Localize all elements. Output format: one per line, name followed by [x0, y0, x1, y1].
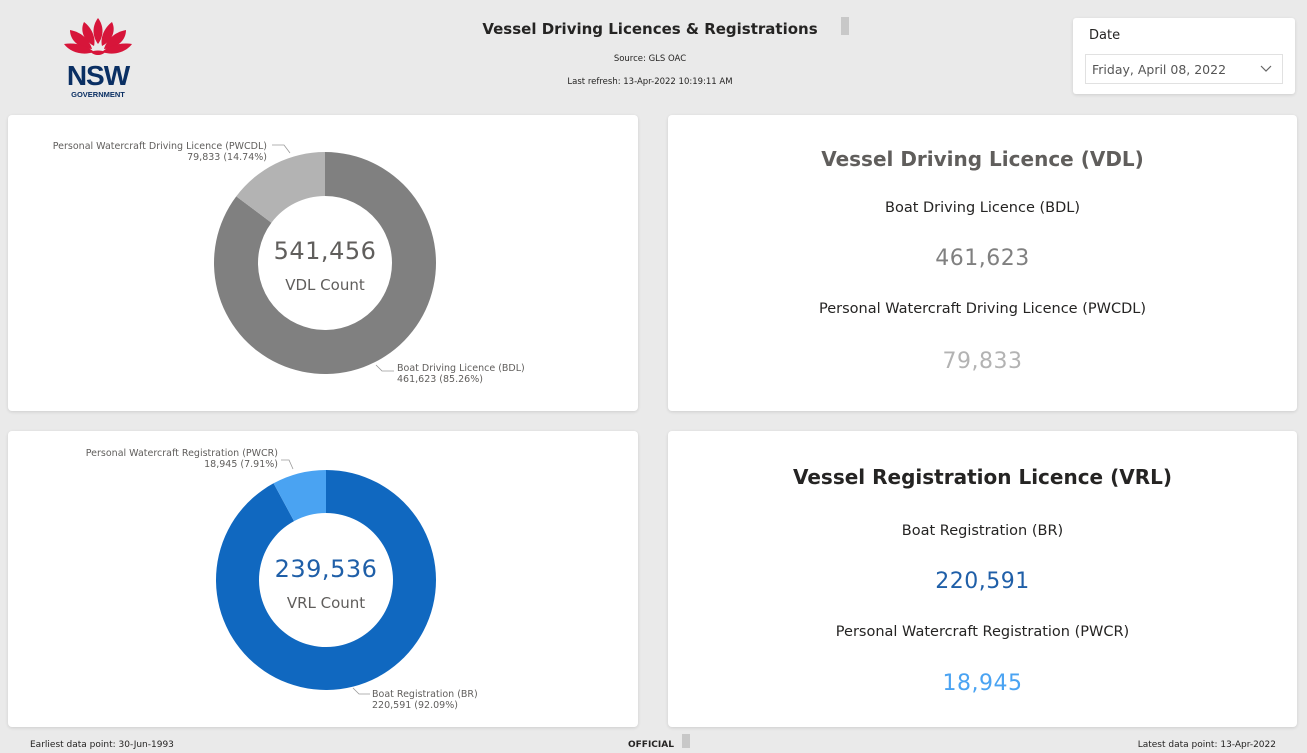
classification-label: OFFICIAL: [628, 740, 674, 750]
source-text: Source: GLS OAC: [613, 54, 687, 64]
vrl-pwcr-data-label: Personal Watercraft Registration (PWCR) …: [86, 448, 278, 470]
bdl-value: 461,623: [935, 246, 1030, 271]
nsw-government-logo: NSW GOVERNMENT: [58, 14, 138, 102]
vrl-pwcr-label-name: Personal Watercraft Registration (PWCR): [85, 448, 278, 459]
pwcr-label: Personal Watercraft Registration (PWCR): [835, 624, 1130, 640]
vrl-pwcr-label-value: 18,945 (7.91%): [204, 459, 278, 470]
earliest-data-point: Earliest data point: 30-Jun-1993: [30, 740, 174, 750]
leader-line-2: [375, 364, 394, 372]
vrl-donut-card: 239,536 VRL Count Personal Watercraft Re…: [8, 431, 638, 727]
nsw-waratah-logo: [64, 18, 132, 55]
vrl-br-data-label: Boat Registration (BR) 220,591 (92.09%): [372, 689, 478, 711]
chevron-down-icon: [1260, 65, 1272, 72]
br-label: Boat Registration (BR): [901, 523, 1064, 539]
footer-grip-handle[interactable]: [682, 734, 690, 748]
date-slicer: Date Friday, April 08, 2022: [1073, 18, 1295, 94]
vdl-kpi-card: Vessel Driving Licence (VDL) Boat Drivin…: [668, 115, 1297, 411]
latest-data-point: Latest data point: 13-Apr-2022: [1137, 740, 1276, 750]
vrl-total-value: 239,536: [274, 555, 378, 583]
pwcr-value: 18,945: [942, 671, 1023, 696]
date-dropdown-value: Friday, April 08, 2022: [1092, 61, 1227, 77]
logo-government-text: GOVERNMENT: [71, 90, 125, 99]
vdl-total-label: VDL Count: [285, 276, 365, 294]
leader-line-1: [281, 459, 294, 470]
vrl-br-label-name: Boat Registration (BR): [372, 689, 478, 700]
vrl-total-label: VRL Count: [286, 594, 366, 612]
leader-line-1: [272, 144, 291, 154]
vdl-bdl-data-label: Boat Driving Licence (BDL) 461,623 (85.2…: [397, 363, 525, 385]
vdl-bdl-label-value: 461,623 (85.26%): [397, 374, 483, 385]
page-title: Vessel Driving Licences & Registrations: [482, 20, 818, 38]
last-refresh-text: Last refresh: 13-Apr-2022 10:19:11 AM: [567, 77, 733, 87]
vdl-pwcdl-data-label: Personal Watercraft Driving Licence (PWC…: [53, 141, 267, 163]
vrl-br-label-value: 220,591 (92.09%): [372, 700, 458, 711]
vrl-kpi-card: Vessel Registration Licence (VRL) Boat R…: [668, 431, 1297, 727]
vrl-heading: Vessel Registration Licence (VRL): [792, 465, 1172, 489]
vdl-pwcdl-label-name: Personal Watercraft Driving Licence (PWC…: [52, 141, 267, 152]
pwcdl-value: 79,833: [942, 349, 1023, 374]
vdl-donut-card: 541,456 VDL Count Personal Watercraft Dr…: [8, 115, 638, 411]
pwcdl-label: Personal Watercraft Driving Licence (PWC…: [819, 301, 1146, 317]
vdl-pwcdl-label-value: 79,833 (14.74%): [187, 152, 267, 163]
date-label: Date: [1089, 28, 1121, 43]
vdl-bdl-label-name: Boat Driving Licence (BDL): [397, 363, 525, 374]
bdl-label: Boat Driving Licence (BDL): [885, 200, 1080, 216]
br-value: 220,591: [935, 569, 1030, 594]
visual-grip-handle[interactable]: [841, 17, 849, 35]
logo-nsw-text: NSW: [66, 60, 130, 91]
leader-line-2: [352, 687, 370, 695]
date-dropdown[interactable]: Friday, April 08, 2022: [1085, 54, 1283, 84]
vdl-heading: Vessel Driving Licence (VDL): [821, 147, 1144, 171]
vdl-total-value: 541,456: [273, 237, 377, 265]
